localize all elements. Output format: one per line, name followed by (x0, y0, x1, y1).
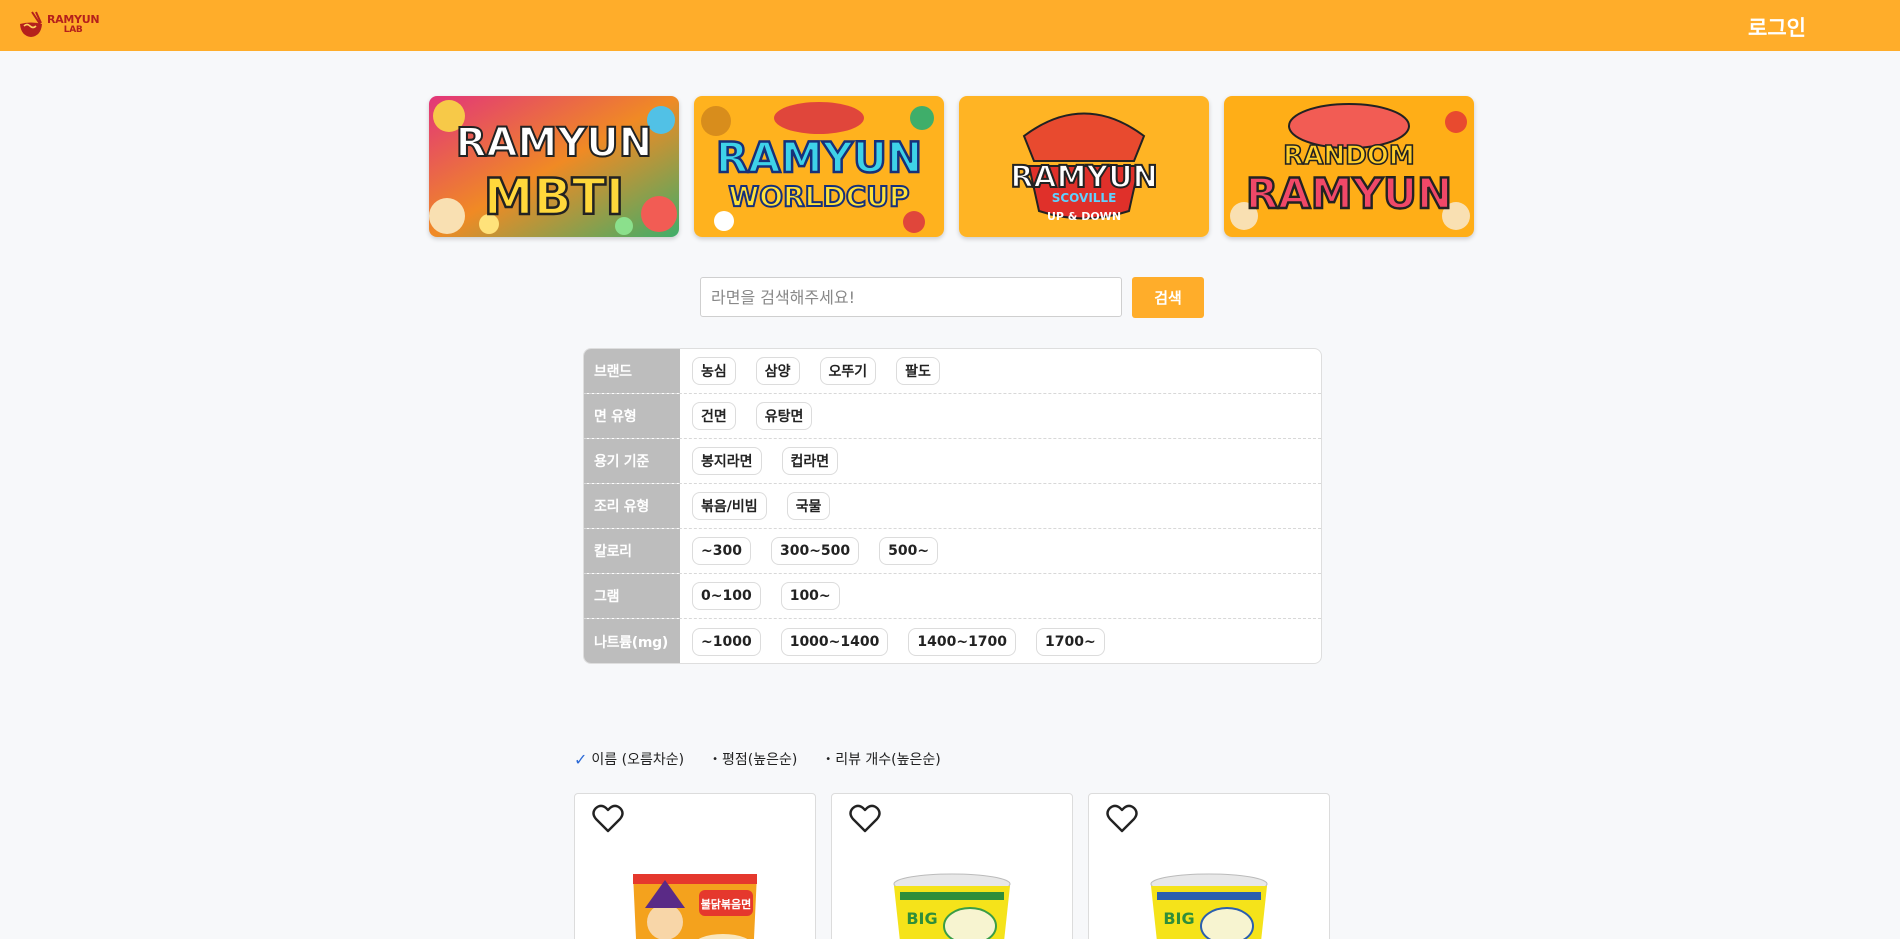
sort-label-review-count: 리뷰 개수(높은순) (835, 752, 941, 768)
sort-label-rating: 평점(높은순) (721, 752, 798, 768)
banner-3-line-1: RAMYUN (1010, 160, 1157, 195)
sort-by-review-count[interactable]: • 리뷰 개수(높은순) (825, 749, 940, 769)
logo-line-2: LAB (63, 25, 83, 35)
filter-row-brand: 브랜드 농심 삼양 오뚜기 팔도 (584, 349, 1321, 394)
filter-label-noodle: 면 유형 (584, 394, 680, 438)
banner-ramyun-scoville[interactable]: RAMYUN SCOVILLE UP & DOWN (959, 96, 1209, 237)
filter-chip-calorie-2[interactable]: 300~500 (770, 537, 860, 565)
banner-random-ramyun[interactable]: RANDOM RAMYUN (1224, 96, 1474, 237)
filter-chip-cooking-soup[interactable]: 국물 (786, 492, 831, 520)
banner-2-line-2: WORLDCUP (728, 180, 909, 213)
filter-chip-container-bag[interactable]: 봉지라면 (692, 447, 762, 475)
filter-row-sodium: 나트륨(mg) ~1000 1000~1400 1400~1700 1700~ (584, 619, 1321, 663)
filter-label-container: 용기 기준 (584, 439, 680, 483)
filter-options-sodium: ~1000 1000~1400 1400~1700 1700~ (680, 619, 1125, 663)
filter-chip-gram-2[interactable]: 100~ (780, 582, 840, 610)
banner-3-line-2: SCOVILLE (1052, 191, 1117, 205)
ramyun-lab-logo[interactable]: RAMYUN LAB (18, 8, 100, 42)
ramyun-bowl-icon (18, 11, 44, 39)
filter-row-cooking: 조리 유형 볶음/비빔 국물 (584, 484, 1321, 529)
logo-text: RAMYUN LAB (47, 13, 100, 36)
package-text: BIG (906, 909, 937, 928)
banner-4-line-1: RANDOM (1283, 141, 1414, 171)
bullet-icon: • (825, 753, 832, 765)
bullet-icon: • (712, 753, 718, 765)
banner-ramyun-mbti[interactable]: RAMYUN MBTI (429, 96, 679, 237)
heart-icon[interactable] (1106, 804, 1138, 834)
package-text: BIG (1163, 909, 1194, 928)
banner-1-line-2: MBTI (484, 168, 625, 226)
heart-icon[interactable] (592, 804, 624, 834)
filter-chip-sodium-3[interactable]: 1400~1700 (908, 628, 1017, 656)
filter-options-container: 봉지라면 컵라면 (680, 439, 858, 483)
filter-row-gram: 그램 0~100 100~ (584, 574, 1321, 619)
package-text: 불닭볶음면 (701, 897, 752, 911)
filter-chip-brand-paldo[interactable]: 팔도 (896, 357, 940, 385)
sort-options: ✓ 이름 (오름차순) • 평점(높은순) • 리뷰 개수(높은순) (574, 749, 941, 769)
search-button[interactable]: 검색 (1132, 277, 1204, 318)
filter-chip-sodium-1[interactable]: ~1000 (692, 628, 761, 656)
filter-options-calorie: ~300 300~500 500~ (680, 529, 958, 573)
filter-chip-noodle-dried[interactable]: 건면 (692, 402, 736, 430)
check-icon: ✓ (574, 749, 588, 769)
banner-ramyun-worldcup[interactable]: RAMYUN WORLDCUP (694, 96, 944, 237)
filter-panel: 브랜드 농심 삼양 오뚜기 팔도 면 유형 건면 유탕면 용기 기준 봉지라면 … (583, 348, 1322, 664)
heart-icon[interactable] (849, 804, 881, 834)
filter-row-container: 용기 기준 봉지라면 컵라면 (584, 439, 1321, 484)
filter-options-gram: 0~100 100~ (680, 574, 860, 618)
filter-chip-sodium-4[interactable]: 1700~ (1036, 628, 1105, 656)
search-input[interactable] (700, 277, 1122, 317)
filter-label-brand: 브랜드 (584, 349, 680, 393)
cup-ramyun-image: BIG (1150, 873, 1268, 939)
filter-chip-gram-1[interactable]: 0~100 (692, 582, 761, 610)
filter-chip-calorie-1[interactable]: ~300 (692, 537, 751, 565)
banner-4-line-2: RAMYUN (1246, 169, 1452, 218)
banner-1-line-1: RAMYUN (456, 120, 652, 166)
filter-options-cooking: 볶음/비빔 국물 (680, 484, 850, 528)
filter-chip-brand-nongshim[interactable]: 농심 (692, 357, 736, 385)
top-header: RAMYUN LAB 로그인 (0, 0, 1900, 51)
filter-label-gram: 그램 (584, 574, 680, 618)
cup-ramyun-image: BIG (893, 873, 1011, 939)
filter-chip-noodle-fried[interactable]: 유탕면 (755, 402, 813, 430)
filter-chip-container-cup[interactable]: 컵라면 (781, 447, 839, 475)
sort-by-rating[interactable]: • 평점(높은순) (712, 749, 797, 769)
filter-options-brand: 농심 삼양 오뚜기 팔도 (680, 349, 960, 393)
filter-chip-brand-ottogi[interactable]: 오뚜기 (819, 357, 877, 385)
filter-label-calorie: 칼로리 (584, 529, 680, 573)
filter-chip-sodium-2[interactable]: 1000~1400 (780, 628, 889, 656)
filter-row-calorie: 칼로리 ~300 300~500 500~ (584, 529, 1321, 574)
sort-label-name: 이름 (오름차순) (591, 752, 685, 768)
filter-options-noodle: 건면 유탕면 (680, 394, 832, 438)
sort-by-name[interactable]: ✓ 이름 (오름차순) (574, 749, 684, 769)
filter-chip-calorie-3[interactable]: 500~ (879, 537, 939, 565)
filter-label-sodium: 나트륨(mg) (584, 619, 680, 663)
product-card[interactable]: 불닭볶음면 (574, 793, 816, 939)
filter-row-noodle: 면 유형 건면 유탕면 (584, 394, 1321, 439)
buldak-bag-image: 불닭볶음면 (633, 874, 757, 939)
filter-label-cooking: 조리 유형 (584, 484, 680, 528)
filter-chip-cooking-stirfry[interactable]: 볶음/비빔 (692, 492, 767, 520)
logo-line-1: RAMYUN (47, 13, 100, 26)
banner-2-line-1: RAMYUN (716, 133, 922, 182)
product-card[interactable]: BIG (1088, 793, 1330, 939)
banner-3-line-3: UP & DOWN (1047, 210, 1121, 223)
product-card[interactable]: BIG (831, 793, 1073, 939)
login-button[interactable]: 로그인 (1748, 12, 1806, 42)
filter-chip-brand-samyang[interactable]: 삼양 (755, 357, 800, 385)
